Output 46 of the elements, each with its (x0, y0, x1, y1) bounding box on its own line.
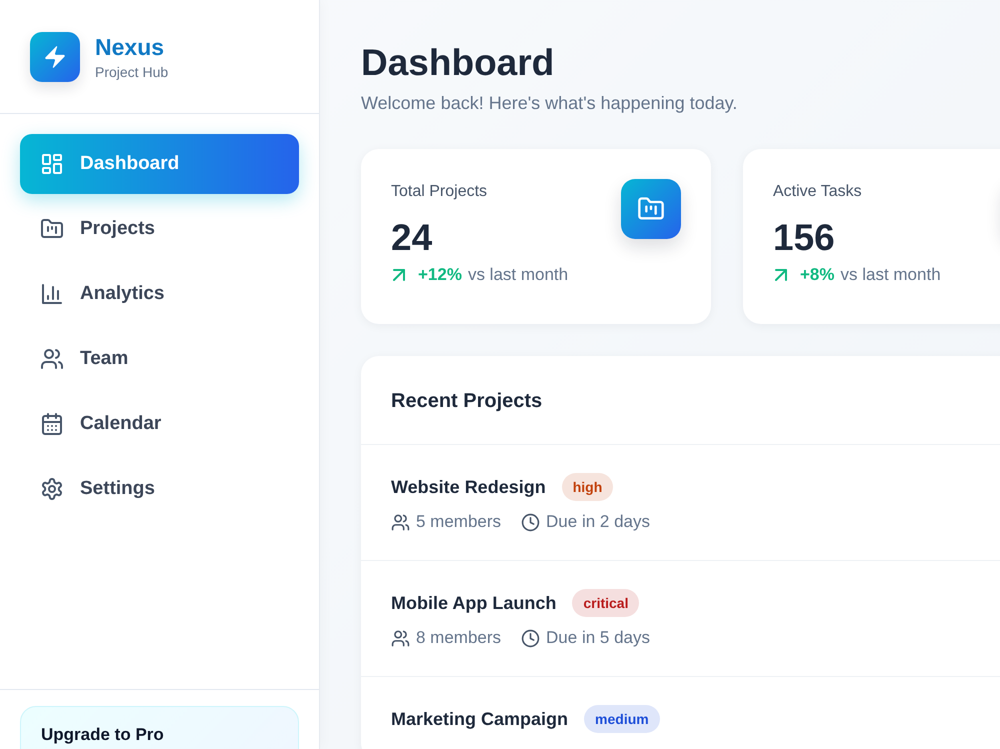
brand-tagline: Project Hub (95, 62, 168, 80)
priority-badge: medium (584, 705, 660, 733)
due-date: Due in 5 days (546, 627, 650, 649)
stat-label: Active Tasks (773, 182, 862, 202)
folder-icon (40, 217, 64, 241)
calendar-icon (40, 412, 64, 436)
change-note: vs last month (468, 264, 568, 286)
change-note: vs last month (840, 264, 941, 286)
stat-label: Total Projects (391, 182, 488, 202)
project-row[interactable]: Marketing Campaign medium (361, 677, 1000, 749)
nav-item[interactable]: Analytics (20, 264, 299, 324)
members-count: 8 members (416, 627, 502, 649)
panel-title: Recent Projects (361, 356, 1000, 445)
upgrade-title: Upgrade to Pro (41, 725, 164, 744)
priority-badge: high (562, 473, 614, 501)
lightning-logo-icon (30, 32, 80, 82)
project-name: Website Redesign (391, 476, 546, 499)
priority-badge: critical (572, 589, 640, 617)
arrow-up-right-icon (775, 269, 787, 281)
folder-icon (621, 179, 681, 239)
project-row[interactable]: Mobile App Launch critical 8 members Due in 5 days (361, 561, 1000, 677)
users-icon (391, 512, 410, 532)
users-icon (391, 628, 410, 648)
settings-icon (40, 477, 64, 501)
stat-value: 156 (773, 216, 836, 260)
project-name: Marketing Campaign (391, 708, 568, 731)
page-subtitle: Welcome back! Here's what's happening today. (361, 92, 738, 115)
change-value: +8% (800, 264, 834, 286)
clock-icon (521, 512, 540, 532)
arrow-up-right-icon (393, 269, 405, 281)
project-row[interactable]: Website Redesign high 5 members Due in 2 days (361, 445, 1000, 561)
page-title: Dashboard (361, 41, 556, 85)
clock-icon (521, 628, 540, 648)
grid-icon (40, 152, 64, 176)
nav-item[interactable]: Projects (20, 199, 299, 259)
nav-item[interactable]: Team (20, 329, 299, 389)
brand-name: Nexus (95, 34, 166, 60)
due-date: Due in 2 days (546, 511, 650, 533)
project-name: Mobile App Launch (391, 592, 556, 615)
users-icon (40, 347, 64, 371)
nav-item[interactable]: Calendar (20, 394, 299, 454)
change-value: +12% (418, 264, 462, 286)
bar-chart-icon (40, 282, 64, 306)
stat-value: 24 (391, 216, 434, 260)
nav-item[interactable]: Settings (20, 459, 299, 519)
members-count: 5 members (416, 511, 502, 533)
